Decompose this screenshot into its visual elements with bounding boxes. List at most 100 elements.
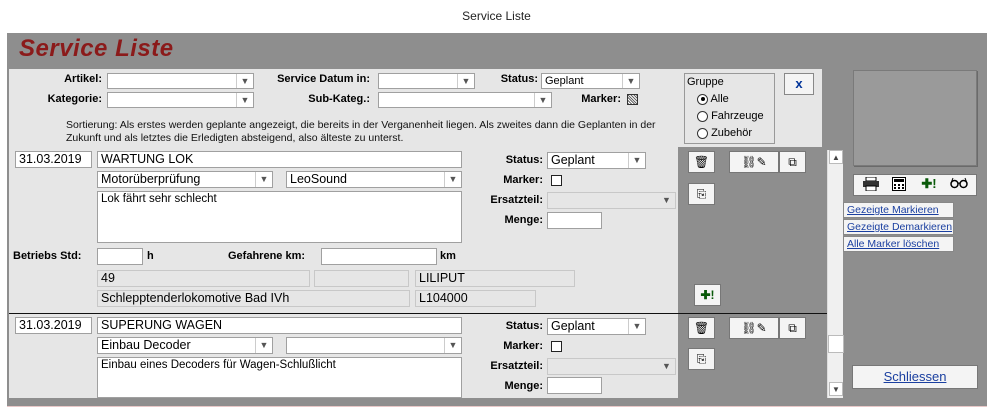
record-status-select[interactable]: Geplant ▼ bbox=[547, 152, 646, 169]
chevron-down-icon[interactable]: ▼ bbox=[457, 74, 474, 88]
artikel-select[interactable]: ▼ bbox=[107, 73, 254, 89]
kategorie-label: Kategorie: bbox=[47, 93, 102, 105]
record-subcategory-select[interactable]: ▼ bbox=[286, 337, 462, 354]
chevron-down-icon[interactable]: ▼ bbox=[658, 359, 675, 374]
add-marker-icon[interactable]: ✚! bbox=[916, 176, 942, 192]
marker-filter-label: Marker: bbox=[581, 93, 621, 105]
record-marker-label: Marker: bbox=[503, 174, 543, 186]
edit-icon[interactable]: ⛓✎ bbox=[729, 317, 779, 339]
record-ersatzteil-select[interactable]: ▼ bbox=[547, 192, 676, 209]
gruppe-option-alle[interactable]: Alle bbox=[697, 93, 729, 105]
chevron-down-icon[interactable]: ▼ bbox=[628, 153, 645, 168]
page-title: Service Liste bbox=[19, 35, 174, 62]
record-category-select[interactable]: Motorüberprüfung ▼ bbox=[97, 171, 273, 188]
record-marker-checkbox[interactable] bbox=[551, 341, 562, 352]
record-status-value: Geplant bbox=[551, 319, 595, 333]
window-title: Service Liste bbox=[0, 0, 993, 33]
clear-markers-button[interactable]: Alle Marker löschen bbox=[843, 236, 954, 252]
record-info-number: 49 bbox=[97, 270, 310, 287]
calculator-icon[interactable] bbox=[886, 177, 912, 193]
chevron-down-icon[interactable]: ▼ bbox=[444, 172, 461, 187]
record-title[interactable]: SUPERUNG WAGEN bbox=[97, 317, 462, 334]
betriebs-label: Betriebs Std: bbox=[13, 250, 82, 262]
record-info-article: L104000 bbox=[415, 290, 536, 307]
record-ersatzteil-select[interactable]: ▼ bbox=[547, 358, 676, 375]
chevron-down-icon[interactable]: ▼ bbox=[658, 193, 675, 208]
record-subcategory-value: LeoSound bbox=[290, 172, 348, 186]
image-preview bbox=[853, 70, 977, 166]
gruppe-box: Gruppe Alle Fahrzeuge Zubehör bbox=[684, 73, 775, 144]
betriebs-unit: h bbox=[147, 250, 154, 262]
print-icon[interactable] bbox=[858, 176, 884, 193]
status-filter-value: Geplant bbox=[545, 75, 584, 87]
chevron-down-icon[interactable]: ▼ bbox=[255, 338, 272, 353]
betriebs-input[interactable] bbox=[97, 248, 143, 265]
service-datum-label: Service Datum in: bbox=[277, 73, 370, 85]
record-ersatzteil-label: Ersatzteil: bbox=[490, 360, 543, 372]
chevron-down-icon[interactable]: ▼ bbox=[255, 172, 272, 187]
gruppe-option-zubehoer[interactable]: Zubehör bbox=[697, 127, 752, 139]
subkateg-select[interactable]: ▼ bbox=[378, 92, 552, 108]
record-info-model: Schlepptenderlokomotive Bad IVh bbox=[97, 290, 410, 307]
record-info-manufacturer: LILIPUT bbox=[415, 270, 575, 287]
record-marker-label: Marker: bbox=[503, 340, 543, 352]
duplicate-icon[interactable]: ⎘ bbox=[688, 348, 715, 370]
gruppe-option-fahrzeuge[interactable]: Fahrzeuge bbox=[697, 110, 764, 122]
trash-icon[interactable]: 🗑 bbox=[688, 151, 715, 173]
radio-selected-icon[interactable] bbox=[697, 93, 708, 105]
record-marker-checkbox[interactable] bbox=[551, 175, 562, 186]
sort-note: Sortierung: Als erstes werden geplante a… bbox=[66, 119, 656, 144]
unmark-shown-button[interactable]: Gezeigte Demarkieren bbox=[843, 219, 954, 235]
status-filter-label: Status: bbox=[500, 73, 538, 85]
mark-shown-button[interactable]: Gezeigte Markieren bbox=[843, 202, 954, 218]
service-datum-select[interactable]: ▼ bbox=[378, 73, 475, 89]
chevron-down-icon[interactable]: ▼ bbox=[236, 93, 253, 107]
radio-icon[interactable] bbox=[697, 110, 708, 122]
chevron-down-icon[interactable]: ▼ bbox=[236, 74, 253, 88]
record-status-value: Geplant bbox=[551, 153, 595, 167]
km-label: Gefahrene km: bbox=[228, 250, 306, 262]
status-filter-select[interactable]: Geplant ▼ bbox=[541, 73, 640, 89]
records-scrollbar[interactable]: ▲ ▼ bbox=[827, 150, 844, 398]
record-subcategory-select[interactable]: LeoSound ▼ bbox=[286, 171, 462, 188]
record-description[interactable]: Einbau eines Decoders für Wagen-Schlußli… bbox=[97, 357, 462, 398]
edit-icon[interactable]: ⛓✎ bbox=[729, 151, 779, 173]
km-unit: km bbox=[440, 250, 456, 262]
chevron-down-icon[interactable]: ▼ bbox=[534, 93, 551, 107]
record-date[interactable]: 31.03.2019 bbox=[15, 317, 92, 334]
scroll-down-icon[interactable]: ▼ bbox=[829, 382, 843, 396]
record-menge-label: Menge: bbox=[504, 380, 544, 392]
record-title[interactable]: WARTUNG LOK bbox=[97, 151, 462, 168]
chevron-down-icon[interactable]: ▼ bbox=[628, 319, 645, 334]
record-ersatzteil-label: Ersatzteil: bbox=[490, 194, 543, 206]
close-button[interactable]: Schliessen bbox=[852, 365, 978, 389]
copy-icon[interactable]: ⧉ bbox=[779, 151, 806, 173]
toolbar-icons: ✚! bbox=[853, 174, 977, 196]
record-status-label: Status: bbox=[505, 320, 543, 332]
record-description[interactable]: Lok fährt sehr schlecht bbox=[97, 191, 462, 243]
glasses-icon[interactable] bbox=[946, 177, 972, 193]
kategorie-select[interactable]: ▼ bbox=[107, 92, 254, 108]
duplicate-icon[interactable]: ⎘ bbox=[688, 183, 715, 205]
chevron-down-icon[interactable]: ▼ bbox=[622, 74, 639, 88]
trash-icon[interactable]: 🗑 bbox=[688, 317, 715, 339]
record-category-select[interactable]: Einbau Decoder ▼ bbox=[97, 337, 273, 354]
gruppe-title: Gruppe bbox=[687, 76, 724, 88]
bottom-edge bbox=[7, 406, 987, 414]
record-menge-input[interactable] bbox=[547, 377, 602, 394]
marker-filter-checkbox[interactable] bbox=[627, 94, 638, 105]
copy-icon[interactable]: ⧉ bbox=[779, 317, 806, 339]
add-icon[interactable]: ✚! bbox=[694, 284, 721, 306]
subkateg-label: Sub-Kateg.: bbox=[308, 93, 370, 105]
scroll-thumb[interactable] bbox=[828, 335, 844, 353]
record-status-select[interactable]: Geplant ▼ bbox=[547, 318, 646, 335]
radio-icon[interactable] bbox=[697, 127, 708, 139]
km-input[interactable] bbox=[321, 248, 437, 265]
record-menge-input[interactable] bbox=[547, 212, 602, 229]
chevron-down-icon[interactable]: ▼ bbox=[444, 338, 461, 353]
record-date[interactable]: 31.03.2019 bbox=[15, 151, 92, 168]
record-info-blank bbox=[314, 270, 409, 287]
scroll-up-icon[interactable]: ▲ bbox=[829, 150, 843, 164]
clear-filter-button[interactable]: x bbox=[784, 73, 814, 95]
artikel-label: Artikel: bbox=[64, 73, 102, 85]
